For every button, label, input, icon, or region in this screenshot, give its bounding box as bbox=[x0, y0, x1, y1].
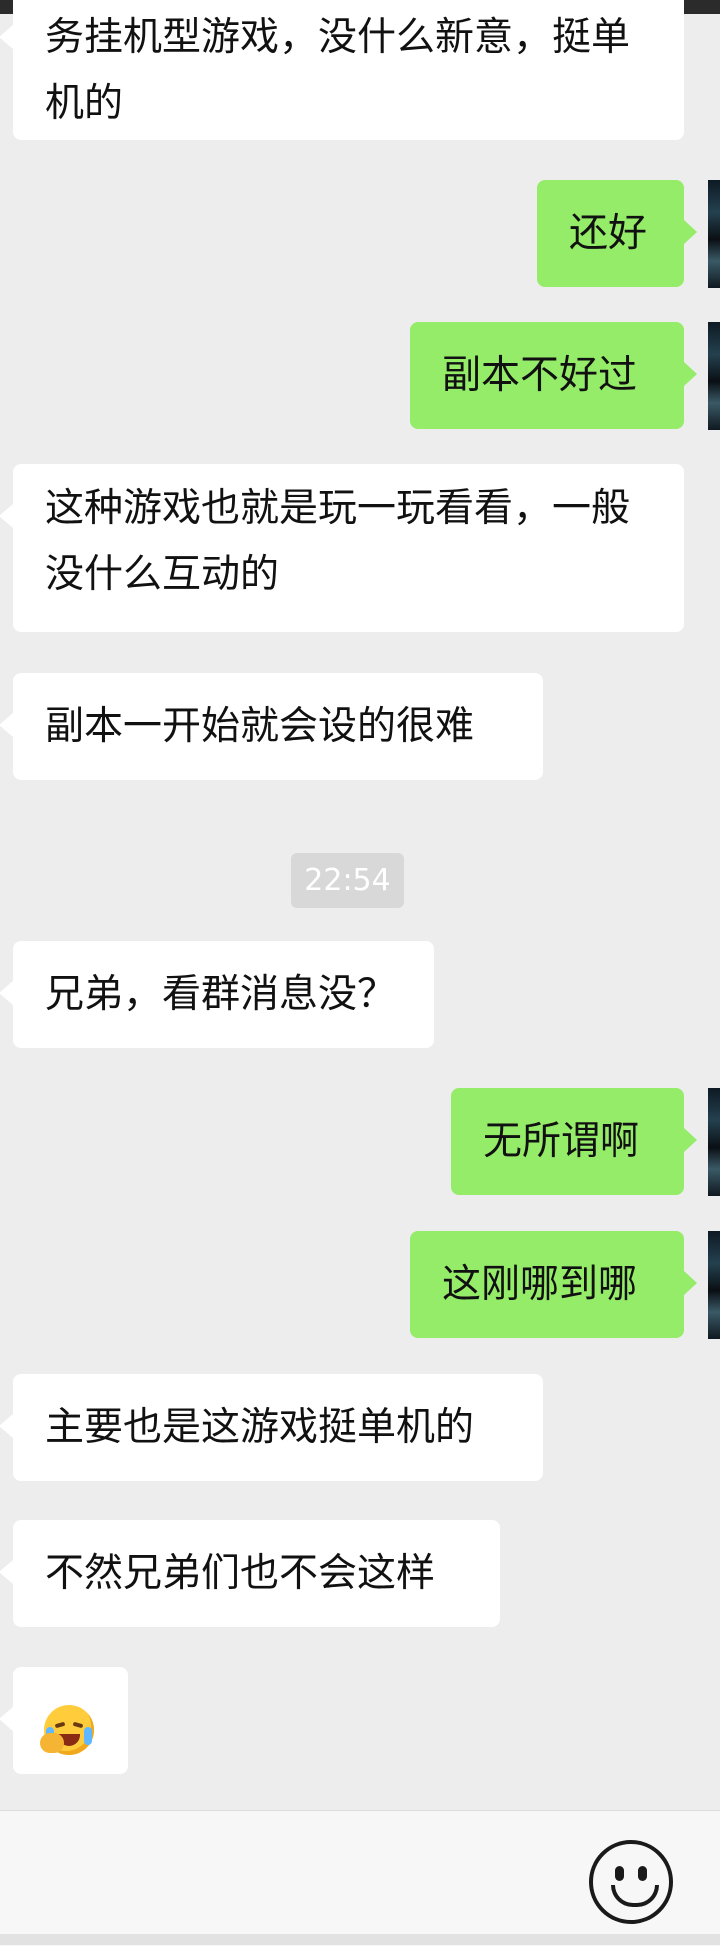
chat-message-list[interactable]: 务挂机型游戏，没什么新意，挺单机的 还好 副本不好过 这种游戏也就是玩一玩看看，… bbox=[0, 0, 720, 1810]
message-bubble-left[interactable]: 兄弟，看群消息没？ bbox=[0, 941, 434, 1048]
message-text: 这刚哪到哪 bbox=[442, 1262, 638, 1307]
message-bubble-right[interactable]: 还好 bbox=[537, 180, 697, 287]
message-text: 无所谓啊 bbox=[483, 1119, 640, 1164]
self-avatar[interactable] bbox=[708, 322, 720, 430]
face-with-tears-covering-face-emoji bbox=[40, 1705, 94, 1755]
message-text: 副本一开始就会设的很难 bbox=[45, 704, 475, 749]
message-text: 主要也是这游戏挺单机的 bbox=[45, 1405, 475, 1450]
message-bubble-left[interactable]: 副本一开始就会设的很难 bbox=[0, 673, 543, 780]
self-avatar[interactable] bbox=[708, 1088, 720, 1196]
self-avatar[interactable] bbox=[708, 180, 720, 288]
message-bubble-right[interactable]: 副本不好过 bbox=[410, 322, 697, 429]
message-bubble-right[interactable]: 无所谓啊 bbox=[451, 1088, 697, 1195]
input-bar-bottom-strip bbox=[0, 1934, 720, 1945]
message-bubble-left[interactable]: 不然兄弟们也不会这样 bbox=[0, 1520, 500, 1627]
message-text: 副本不好过 bbox=[442, 353, 638, 398]
message-text: 这种游戏也就是玩一玩看看，一般没什么互动的 bbox=[45, 486, 631, 597]
chat-input-bar bbox=[0, 1810, 720, 1946]
message-bubble-left[interactable]: 这种游戏也就是玩一玩看看，一般没什么互动的 bbox=[0, 464, 684, 632]
smiley-face-icon[interactable] bbox=[589, 1840, 673, 1924]
chat-timestamp: 22:54 bbox=[291, 853, 404, 908]
message-bubble-left[interactable]: 务挂机型游戏，没什么新意，挺单机的 bbox=[0, 0, 684, 140]
message-text: 不然兄弟们也不会这样 bbox=[45, 1551, 436, 1596]
message-text: 务挂机型游戏，没什么新意，挺单机的 bbox=[45, 15, 631, 126]
message-text: 兄弟，看群消息没？ bbox=[45, 972, 397, 1017]
message-bubble-left[interactable]: 主要也是这游戏挺单机的 bbox=[0, 1374, 543, 1481]
message-text: 还好 bbox=[569, 211, 648, 256]
self-avatar[interactable] bbox=[708, 1231, 720, 1339]
message-bubble-right[interactable]: 这刚哪到哪 bbox=[410, 1231, 697, 1338]
